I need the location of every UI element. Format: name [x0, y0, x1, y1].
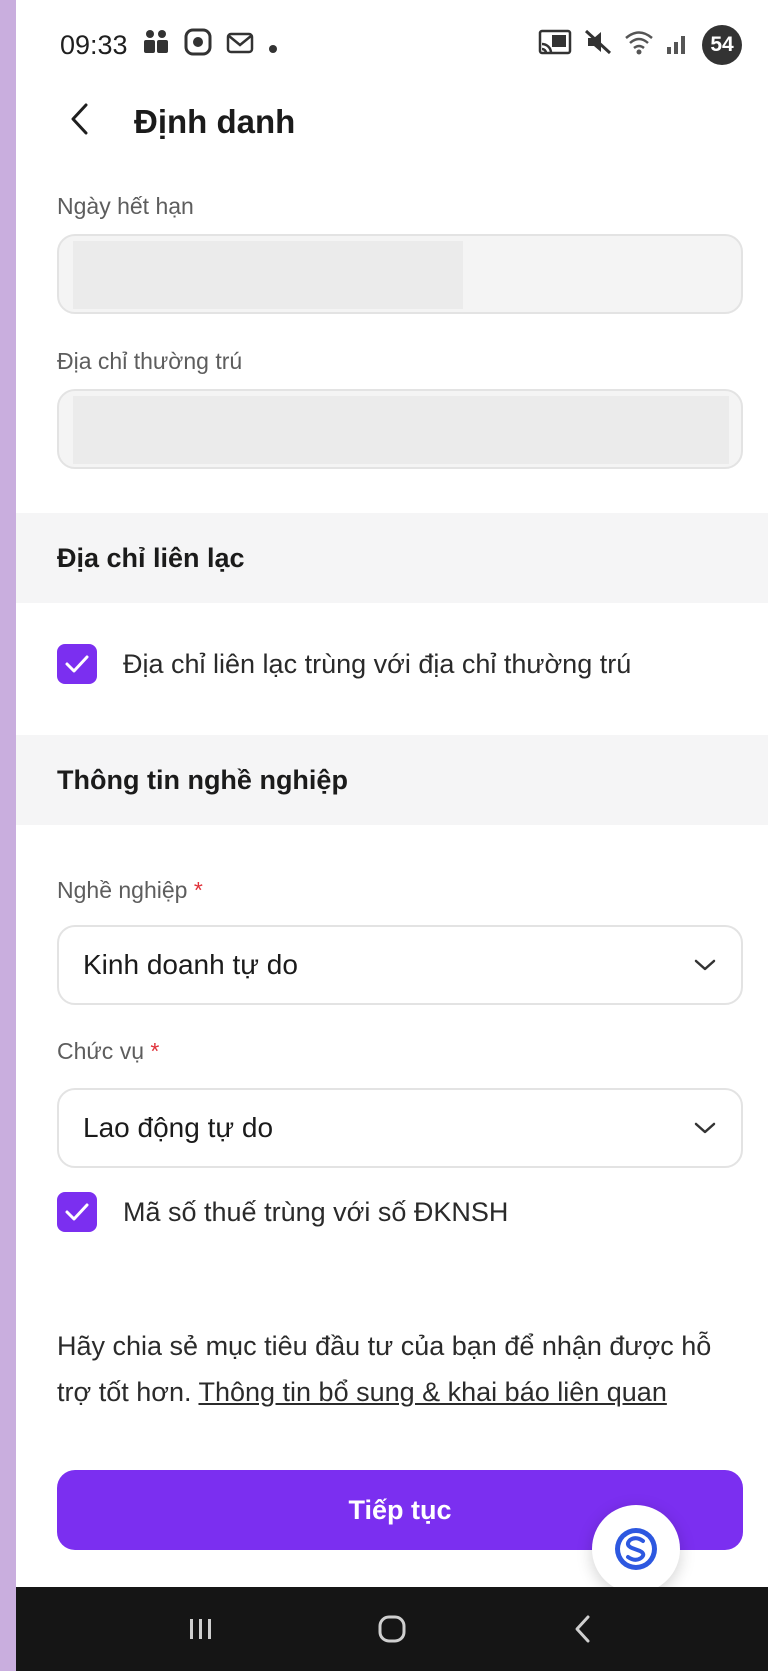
occupation-label: Nghề nghiệp * [57, 877, 203, 904]
contact-address-section-header: Địa chỉ liên lạc [16, 513, 768, 603]
mute-icon [584, 29, 612, 62]
home-button[interactable] [347, 1599, 437, 1659]
check-icon [65, 655, 89, 673]
chevron-down-icon [693, 958, 717, 972]
permanent-address-field[interactable] [57, 389, 743, 469]
chevron-down-icon [693, 1121, 717, 1135]
app-header: Định danh [16, 90, 768, 154]
expiry-date-label: Ngày hết hạn [57, 193, 194, 219]
support-chat-icon [615, 1528, 657, 1570]
redacted-value [73, 396, 729, 464]
page-title: Định danh [134, 103, 296, 140]
career-info-section-header: Thông tin nghề nghiệp [16, 735, 768, 825]
expiry-date-field[interactable] [57, 234, 743, 314]
status-bar: 09:33 54 [16, 0, 768, 90]
app-screen: 09:33 54 Định danh Ngày hết hạn Địa chỉ … [16, 0, 768, 1671]
investment-goal-note: Hãy chia sẻ mục tiêu đầu tư của bạn để n… [57, 1323, 737, 1415]
status-time: 09:33 [60, 29, 128, 60]
required-mark: * [193, 877, 203, 903]
system-navigation-bar [16, 1587, 768, 1671]
redacted-value [73, 241, 463, 309]
gmail-notification-icon [226, 30, 254, 61]
permanent-address-label: Địa chỉ thường trú [57, 348, 243, 374]
tax-code-checkbox-row[interactable]: Mã số thuế trùng với số ĐKNSH [57, 1192, 508, 1232]
signal-icon [666, 29, 690, 62]
home-icon [378, 1615, 406, 1643]
cast-icon [538, 29, 572, 62]
same-address-checkbox-row[interactable]: Địa chỉ liên lạc trùng với địa chỉ thườn… [57, 644, 631, 684]
more-notifications-dot-icon [268, 30, 278, 61]
battery-indicator: 54 [702, 25, 742, 65]
position-select[interactable]: Lao động tự do [57, 1088, 743, 1168]
check-icon [65, 1203, 89, 1221]
section-title: Thông tin nghề nghiệp [57, 764, 348, 795]
position-label: Chức vụ * [57, 1038, 159, 1065]
required-mark: * [150, 1038, 160, 1064]
recent-apps-button[interactable] [156, 1599, 246, 1659]
back-arrow-icon [575, 1615, 590, 1643]
occupation-value: Kinh doanh tự do [83, 949, 298, 980]
support-chat-button[interactable] [592, 1505, 680, 1593]
tax-code-label: Mã số thuế trùng với số ĐKNSH [123, 1196, 509, 1227]
position-label-text: Chức vụ [57, 1038, 144, 1064]
teams-notification-icon [142, 29, 170, 62]
back-button[interactable] [68, 101, 124, 144]
section-title: Địa chỉ liên lạc [57, 542, 245, 573]
occupation-label-text: Nghề nghiệp [57, 877, 188, 903]
position-value: Lao động tự do [83, 1112, 274, 1143]
recent-apps-icon [190, 1619, 212, 1639]
chevron-left-icon [71, 103, 88, 134]
wifi-icon [624, 29, 654, 62]
system-back-button[interactable] [538, 1599, 628, 1659]
same-address-label: Địa chỉ liên lạc trùng với địa chỉ thườn… [123, 648, 632, 679]
same-address-checkbox[interactable] [57, 644, 97, 684]
tax-code-checkbox[interactable] [57, 1192, 97, 1232]
occupation-select[interactable]: Kinh doanh tự do [57, 925, 743, 1005]
messenger-notification-icon [184, 28, 212, 63]
additional-info-link[interactable]: Thông tin bổ sung & khai báo liên quan [198, 1377, 666, 1407]
